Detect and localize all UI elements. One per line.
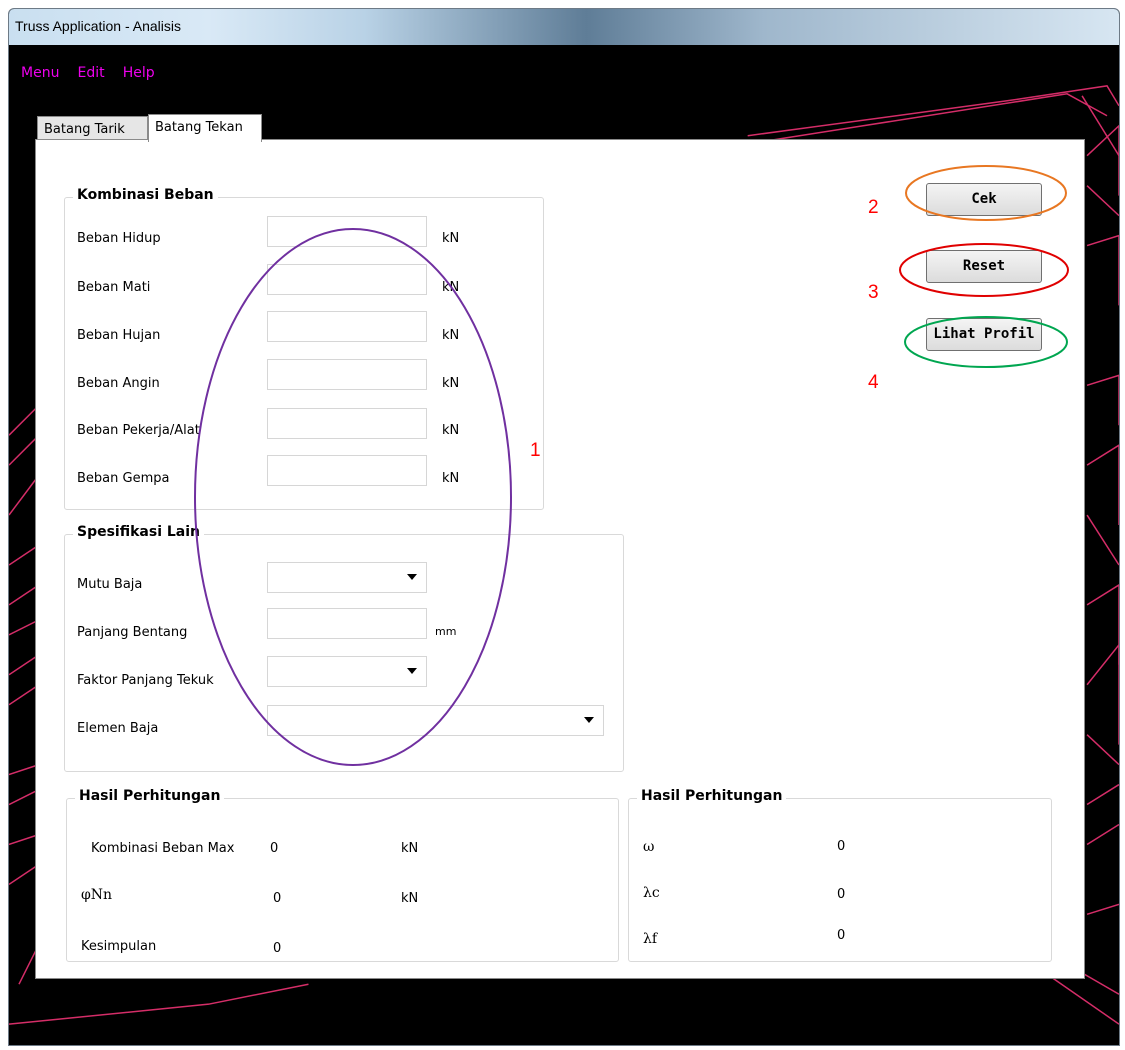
menu-item-menu[interactable]: Menu xyxy=(21,65,59,81)
panjang-bentang-label: Panjang Bentang xyxy=(77,625,188,640)
annotation-number-1: 1 xyxy=(530,440,541,461)
beban-pekerja-input[interactable] xyxy=(267,408,427,439)
chevron-down-icon xyxy=(584,717,594,723)
kombinasi-beban-max-label: Kombinasi Beban Max xyxy=(91,841,235,856)
beban-hujan-label: Beban Hujan xyxy=(77,328,161,343)
elemen-baja-select[interactable] xyxy=(267,705,604,736)
beban-mati-label: Beban Mati xyxy=(77,280,151,295)
lambda-f-value: 0 xyxy=(837,928,846,943)
beban-hidup-unit: kN xyxy=(442,231,460,246)
title-bar[interactable]: Truss Application - Analisis xyxy=(9,9,1119,45)
elemen-baja-label: Elemen Baja xyxy=(77,721,159,736)
beban-angin-input[interactable] xyxy=(267,359,427,390)
panjang-bentang-input[interactable] xyxy=(267,608,427,639)
beban-gempa-unit: kN xyxy=(442,471,460,486)
hasil-perhitungan-group-right: Hasil Perhitungan ω 0 λc 0 λf 0 xyxy=(628,788,1052,962)
beban-angin-unit: kN xyxy=(442,376,460,391)
beban-hidup-input[interactable] xyxy=(267,216,427,247)
window-title: Truss Application - Analisis xyxy=(15,18,181,34)
cek-button[interactable]: Cek xyxy=(926,183,1042,216)
beban-gempa-input[interactable] xyxy=(267,455,427,486)
mutu-baja-label: Mutu Baja xyxy=(77,577,143,592)
beban-gempa-label: Beban Gempa xyxy=(77,471,170,486)
spesifikasi-lain-group: Spesifikasi Lain Mutu Baja Panjang Benta… xyxy=(64,524,624,772)
lambda-c-label: λc xyxy=(643,885,660,901)
annotation-number-2: 2 xyxy=(868,197,879,218)
beban-mati-input[interactable] xyxy=(267,264,427,295)
tab-batang-tarik[interactable]: Batang Tarik xyxy=(37,116,148,141)
reset-button[interactable]: Reset xyxy=(926,250,1042,283)
kombinasi-beban-group: Kombinasi Beban Beban Hidup kN Beban Mat… xyxy=(64,187,544,510)
lambda-f-label: λf xyxy=(643,931,658,947)
app-body: Menu Edit Help Batang Tarik Batang Tekan… xyxy=(9,45,1119,1045)
menu-item-help[interactable]: Help xyxy=(123,65,155,81)
hasil-perhitungan-title-right: Hasil Perhitungan xyxy=(637,788,787,804)
chevron-down-icon xyxy=(407,668,417,674)
beban-mati-unit: kN xyxy=(442,280,460,295)
beban-pekerja-unit: kN xyxy=(442,423,460,438)
app-window: Truss Application - Analisis Menu Edit H… xyxy=(8,8,1120,1046)
kesimpulan-value: 0 xyxy=(273,941,282,956)
kombinasi-beban-max-unit: kN xyxy=(401,841,419,856)
menu-item-edit[interactable]: Edit xyxy=(78,65,105,81)
panjang-bentang-unit: mm xyxy=(435,625,457,638)
faktor-panjang-tekuk-label: Faktor Panjang Tekuk xyxy=(77,673,214,688)
mutu-baja-select[interactable] xyxy=(267,562,427,593)
phi-nn-label: φNn xyxy=(81,887,113,903)
kesimpulan-label: Kesimpulan xyxy=(81,939,157,954)
chevron-down-icon xyxy=(407,574,417,580)
hasil-perhitungan-title-left: Hasil Perhitungan xyxy=(75,788,225,804)
phi-nn-value: 0 xyxy=(273,891,282,906)
lihat-profil-button[interactable]: Lihat Profil xyxy=(926,318,1042,351)
faktor-panjang-tekuk-select[interactable] xyxy=(267,656,427,687)
annotation-number-3: 3 xyxy=(868,282,879,303)
tab-batang-tekan[interactable]: Batang Tekan xyxy=(148,114,262,142)
beban-hujan-unit: kN xyxy=(442,328,460,343)
kombinasi-beban-max-value: 0 xyxy=(270,841,279,856)
lambda-c-value: 0 xyxy=(837,887,846,902)
kombinasi-beban-title: Kombinasi Beban xyxy=(73,187,218,203)
beban-hidup-label: Beban Hidup xyxy=(77,231,161,246)
menu-bar: Menu Edit Help xyxy=(21,62,168,81)
omega-label: ω xyxy=(643,839,655,855)
phi-nn-unit: kN xyxy=(401,891,419,906)
spesifikasi-lain-title: Spesifikasi Lain xyxy=(73,524,205,540)
omega-value: 0 xyxy=(837,839,846,854)
beban-hujan-input[interactable] xyxy=(267,311,427,342)
hasil-perhitungan-group-left: Hasil Perhitungan Kombinasi Beban Max 0 … xyxy=(66,788,619,962)
tab-panel: Kombinasi Beban Beban Hidup kN Beban Mat… xyxy=(35,139,1085,979)
beban-pekerja-label: Beban Pekerja/Alat xyxy=(77,423,200,438)
annotation-number-4: 4 xyxy=(868,372,879,393)
beban-angin-label: Beban Angin xyxy=(77,376,160,391)
